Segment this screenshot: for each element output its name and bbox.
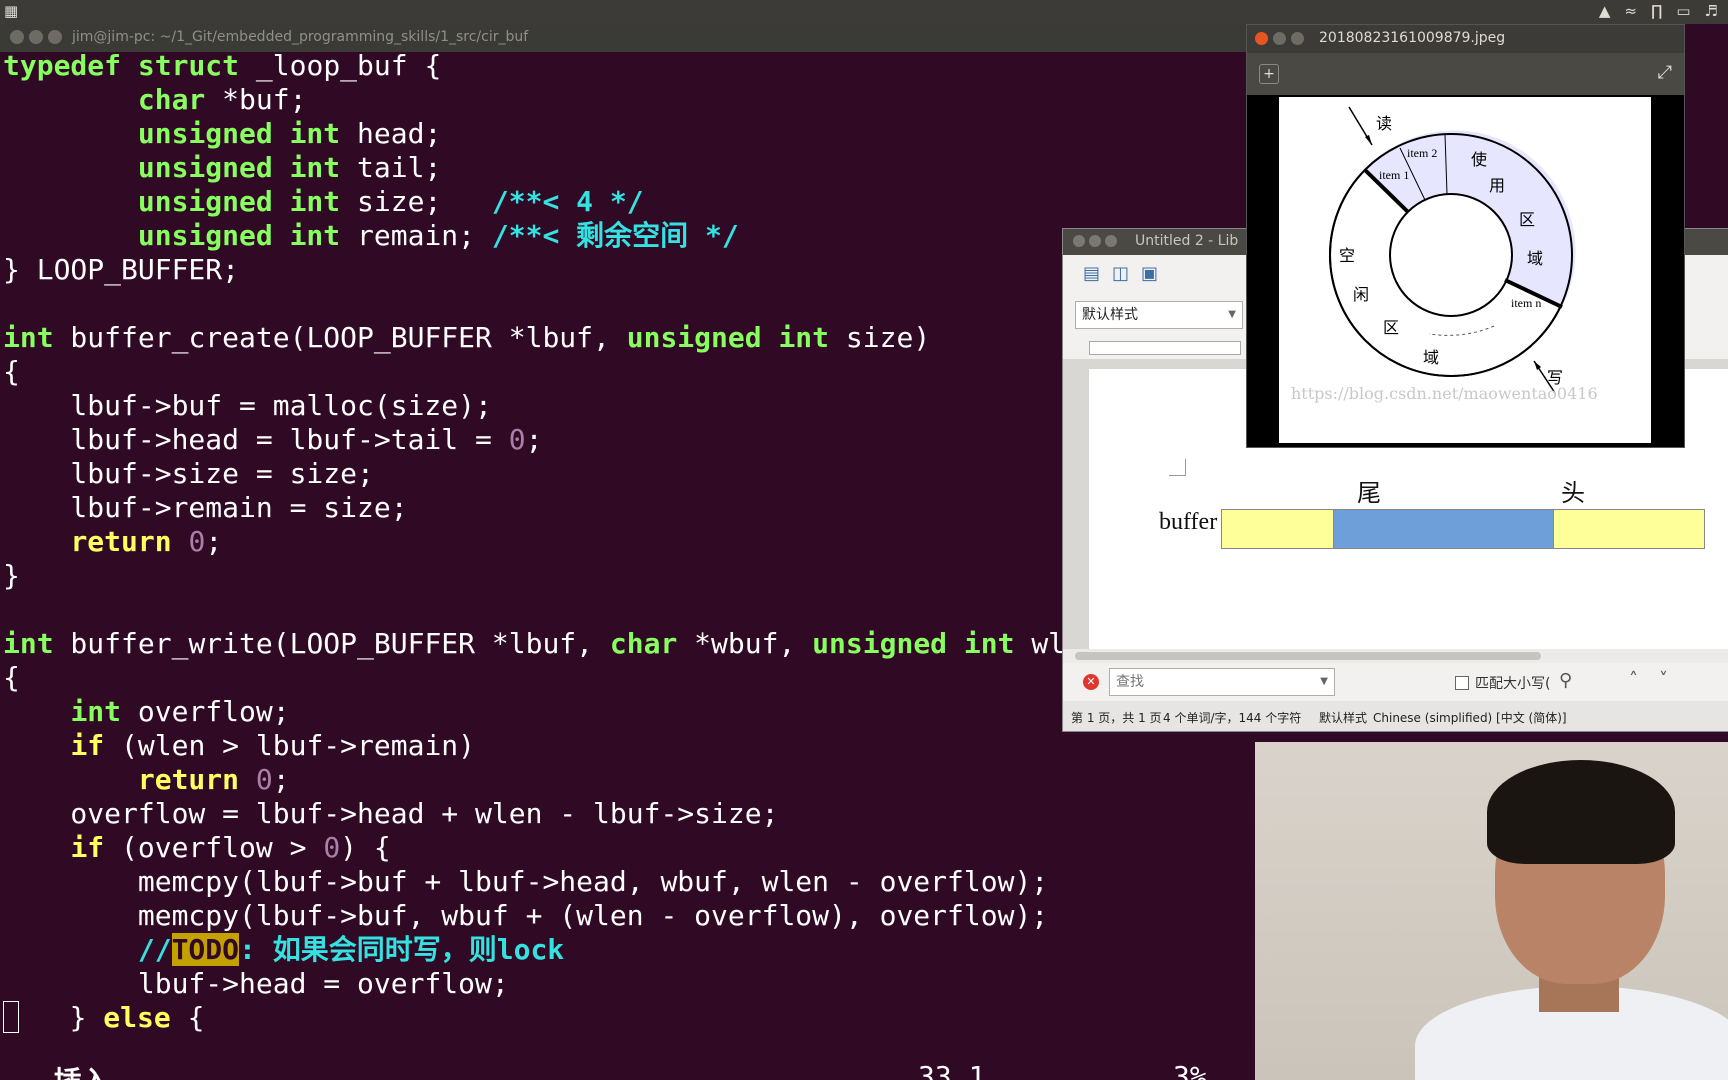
cursor-position: 33,1 (918, 1060, 986, 1080)
language: Chinese (simplified) [中文 (简体)] (1373, 711, 1567, 725)
text-cursor (3, 1001, 19, 1033)
image-viewer-title: 20180823161009879.jpeg (1319, 30, 1506, 46)
minimize-icon[interactable] (29, 30, 43, 44)
page-count: 第 1 页，共 1 页 (1071, 711, 1162, 725)
inner-ring (1389, 193, 1513, 317)
item1-label: item 1 (1379, 168, 1409, 182)
ring-buffer-diagram: 读 写 item 2 item 1 item n 使 用 区 域 空 闲 区 域… (1279, 97, 1651, 443)
chevron-down-icon[interactable]: ˅ (1659, 669, 1668, 690)
add-icon[interactable]: + (1259, 64, 1279, 84)
label-head: 头 (1561, 479, 1585, 507)
volume-icon[interactable]: ♬ (1705, 2, 1718, 20)
app-menu-icon[interactable]: ▦ (4, 2, 18, 20)
chevron-down-icon[interactable]: ▼ (1228, 302, 1236, 328)
webcam-feed (1255, 742, 1728, 1080)
itemn-label: item n (1511, 296, 1541, 310)
new-document-icon[interactable]: ▤ (1083, 263, 1100, 284)
wifi-icon[interactable]: ≈ (1624, 2, 1637, 20)
match-case-label: 匹配大小写( (1475, 676, 1551, 692)
read-label: 读 (1376, 114, 1392, 133)
free-char-3: 区 (1383, 318, 1399, 337)
minimize-icon[interactable] (1273, 32, 1286, 45)
free-char-4: 域 (1423, 348, 1439, 367)
vim-mode-indicator: -- 插入 -- (3, 1060, 160, 1080)
maximize-icon[interactable] (1291, 32, 1304, 45)
chevron-down-icon[interactable]: ▼ (1320, 669, 1328, 695)
lo-status-bar: 第 1 页，共 1 页 4 个单词/字，144 个字符 默认样式 Chinese… (1063, 701, 1728, 731)
find-toolbar: ✕ 查找 ▼ 匹配大小写( ⚲ ˄ ˅ (1063, 663, 1728, 701)
used-char-3: 区 (1519, 210, 1535, 229)
minimize-icon[interactable] (1089, 235, 1101, 247)
paragraph-style-select[interactable]: 默认样式 ▼ (1075, 301, 1243, 329)
chevron-up-icon[interactable]: ˄ (1629, 669, 1638, 690)
search-icon[interactable]: ⚲ (1559, 670, 1572, 691)
close-icon[interactable] (1073, 235, 1085, 247)
used-char-1: 使 (1471, 150, 1487, 169)
paragraph-style-value: 默认样式 (1082, 307, 1138, 323)
buffer-used-segment (1333, 509, 1555, 549)
fullscreen-icon[interactable]: ⤢ (1658, 62, 1672, 83)
person-hair (1487, 760, 1675, 864)
word-count: 4 个单词/字，144 个字符 (1163, 711, 1302, 725)
bluetooth-icon[interactable]: ∏ (1651, 2, 1662, 20)
scroll-percent: 3% (1173, 1060, 1207, 1080)
system-top-panel: ▦ ▲ ≈ ∏ ▭ ♬ (0, 0, 1728, 24)
match-case-checkbox[interactable] (1455, 676, 1469, 690)
buffer-free-segment-left (1221, 509, 1335, 549)
label-buffer: buffer (1159, 509, 1218, 535)
vim-status-line: -- 插入 -- 33,1 3% (0, 1060, 1250, 1080)
terminal-titlebar: jim@jim-pc: ~/1_Git/embedded_programming… (0, 24, 1250, 52)
item2-label: item 2 (1407, 146, 1437, 160)
image-viewer-titlebar: 20180823161009879.jpeg (1247, 25, 1684, 53)
close-icon[interactable] (10, 30, 24, 44)
text-boundary-mark (1169, 459, 1186, 476)
used-char-4: 域 (1527, 249, 1543, 268)
page-style: 默认样式 (1319, 711, 1368, 725)
maximize-icon[interactable] (48, 30, 62, 44)
free-char-2: 闲 (1353, 285, 1369, 304)
terminal-title: jim@jim-pc: ~/1_Git/embedded_programming… (72, 29, 529, 45)
maximize-icon[interactable] (1105, 235, 1117, 247)
horizontal-ruler[interactable] (1089, 341, 1241, 355)
scrollbar-thumb[interactable] (1075, 652, 1541, 660)
find-input[interactable]: 查找 ▼ (1109, 668, 1335, 696)
penguin-icon[interactable]: ▲ (1599, 2, 1611, 20)
buffer-free-segment-right (1553, 509, 1705, 549)
watermark: https://blog.csdn.net/maowentao0416 (1291, 384, 1598, 403)
open-folder-icon[interactable]: ◫ (1112, 263, 1129, 284)
match-case-option[interactable]: 匹配大小写( (1455, 673, 1550, 693)
find-placeholder: 查找 (1116, 674, 1144, 690)
close-find-icon[interactable]: ✕ (1083, 674, 1099, 690)
lo-window-title: Untitled 2 - Lib (1135, 233, 1239, 249)
ring-buffer-svg: 读 写 item 2 item 1 item n 使 用 区 域 空 闲 区 域… (1291, 106, 1598, 403)
close-icon[interactable] (1255, 32, 1268, 45)
image-viewer-toolbar: + ⤢ (1247, 53, 1684, 95)
free-char-1: 空 (1339, 246, 1355, 265)
horizontal-scrollbar[interactable] (1063, 649, 1728, 663)
battery-icon[interactable]: ▭ (1676, 2, 1690, 20)
label-tail: 尾 (1357, 479, 1381, 507)
save-icon[interactable]: ▣ (1141, 263, 1158, 284)
used-char-2: 用 (1489, 176, 1505, 195)
image-viewer-window[interactable]: 20180823161009879.jpeg + ⤢ 读 写 item 2 it… (1246, 24, 1685, 448)
system-tray: ▲ ≈ ∏ ▭ ♬ (1599, 2, 1718, 20)
